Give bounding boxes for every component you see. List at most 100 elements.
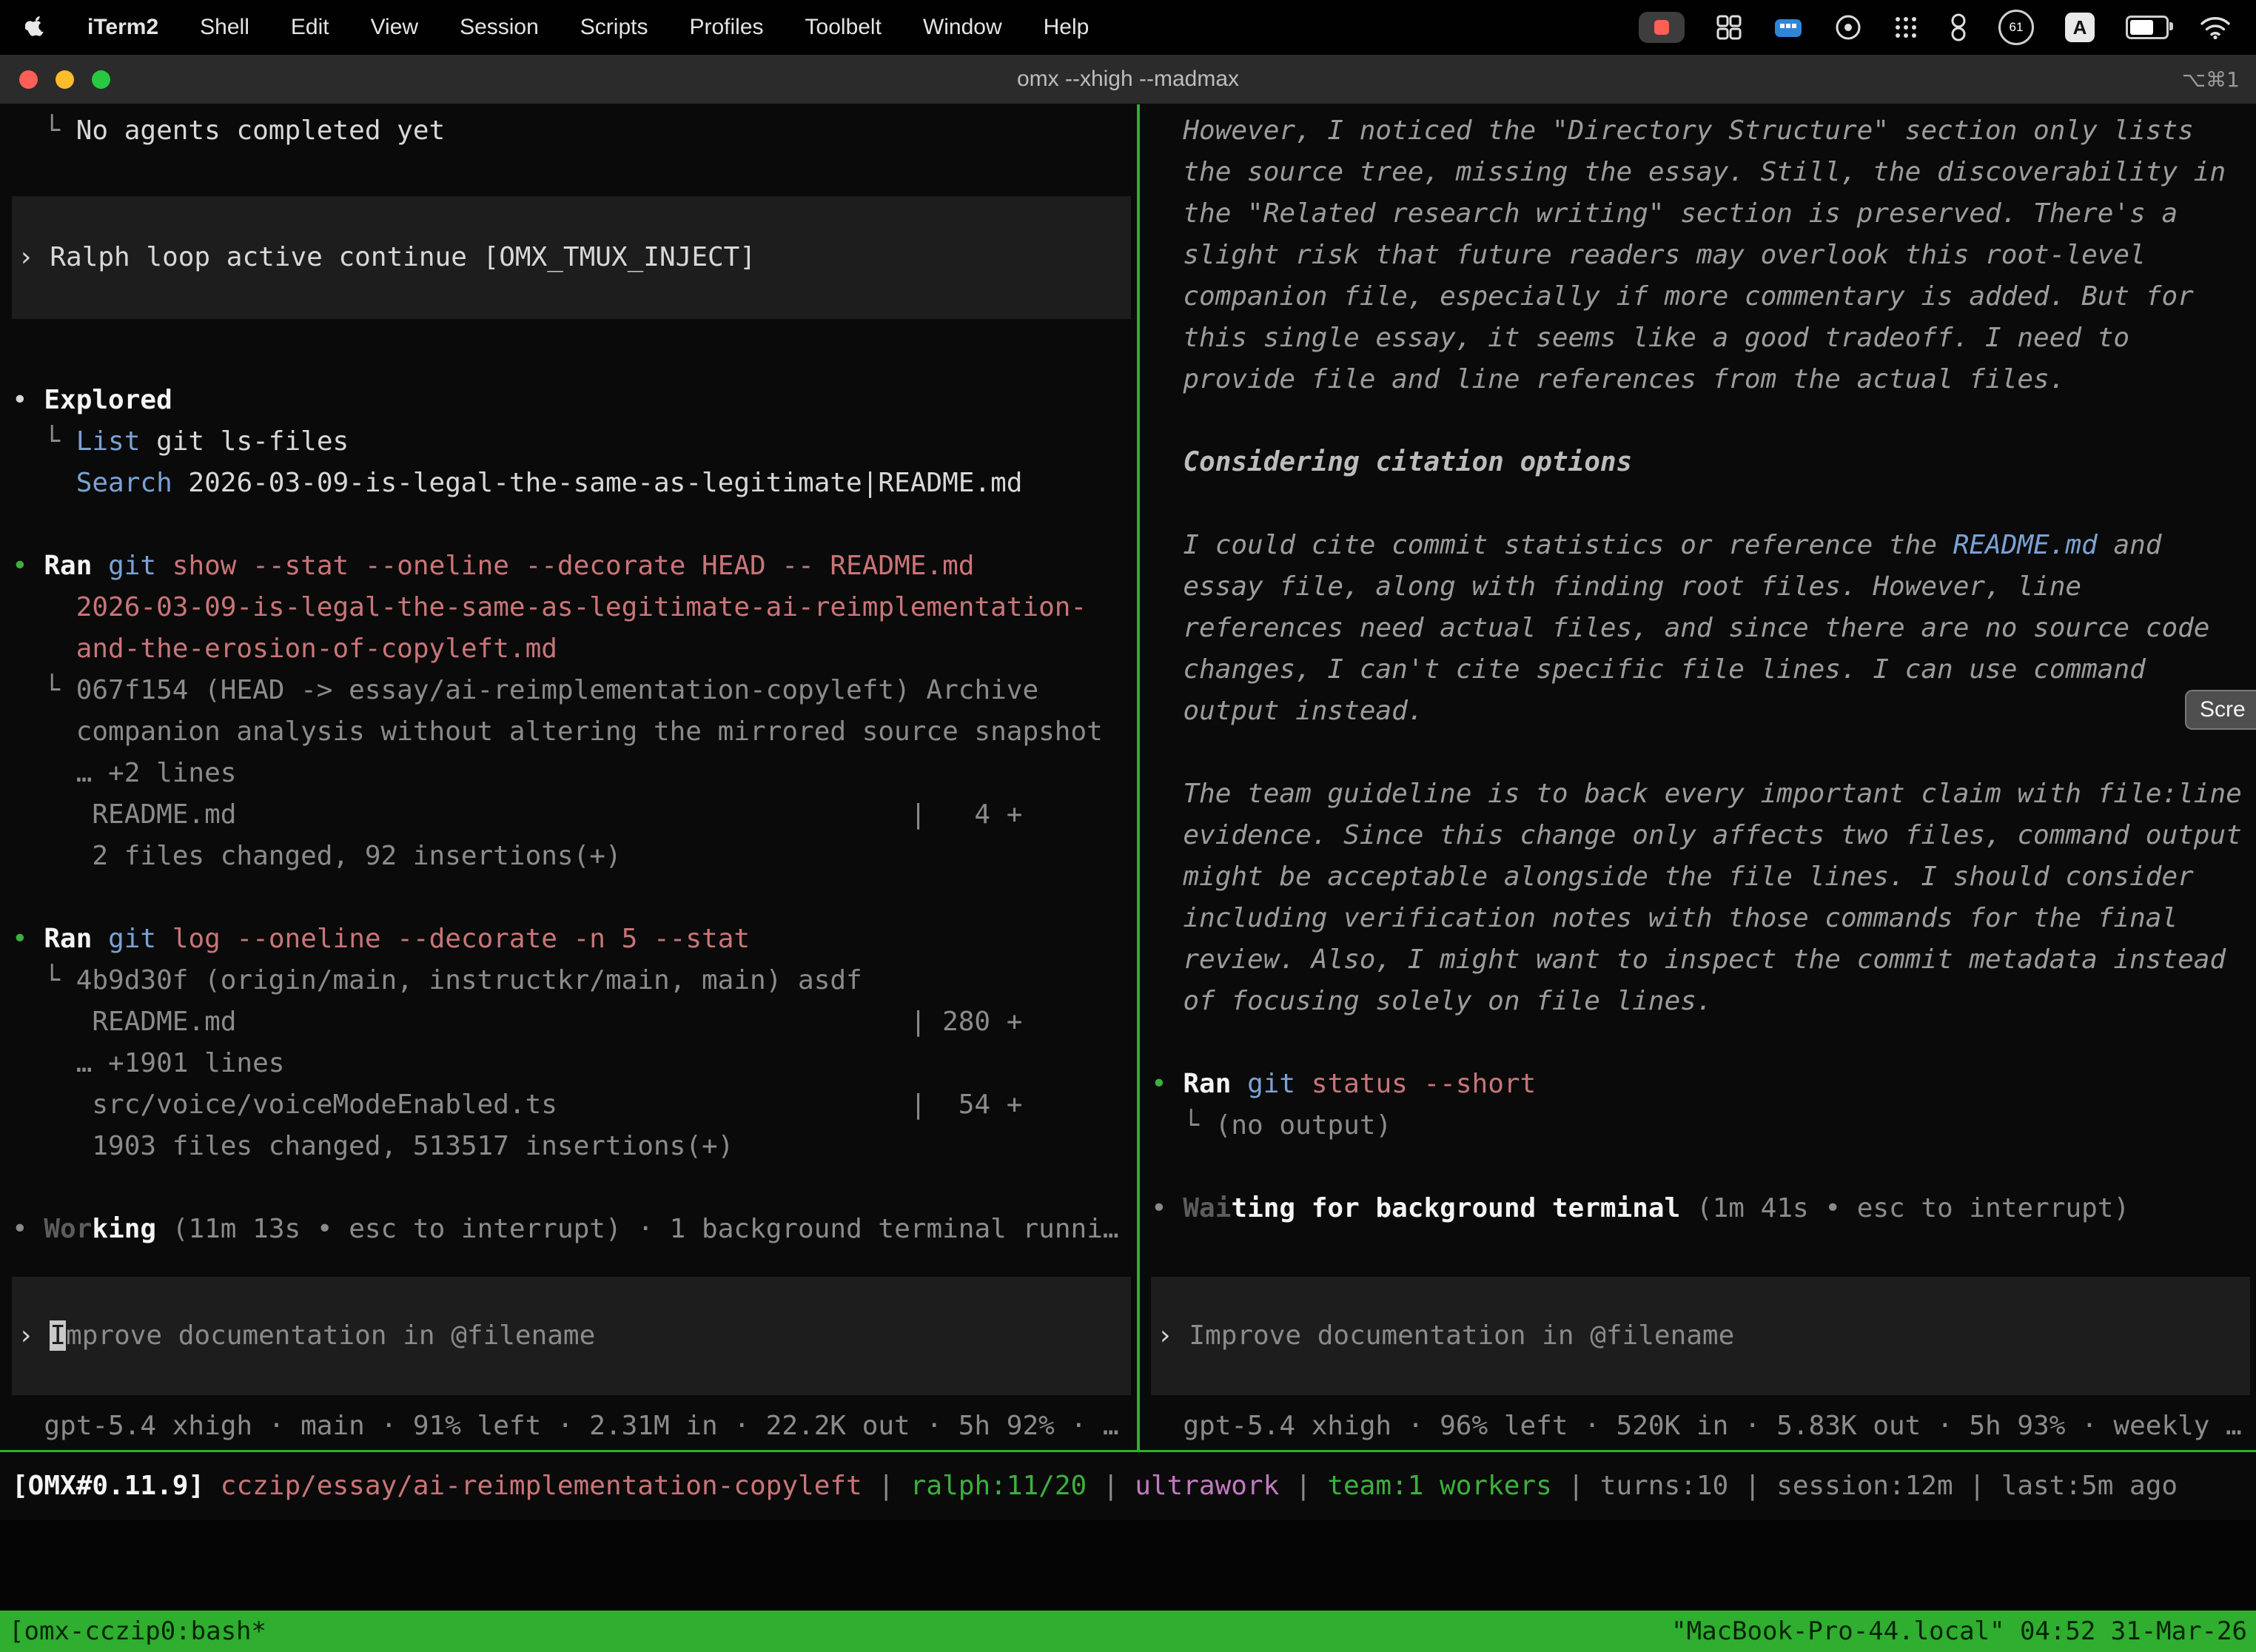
terminal-line: references need actual files, and since … (1151, 608, 2250, 649)
screen-recording-indicator-icon[interactable] (1639, 12, 1685, 43)
text-segment: gpt-5.4 xhigh · main · 91% left · 2.31M … (12, 1411, 1119, 1441)
window-titlebar[interactable]: omx --xhigh --madmax ⌥⌘1 (0, 55, 2256, 104)
docker-icon[interactable] (1773, 11, 1803, 44)
text-segment: • (12, 1214, 44, 1244)
text-segment: slight risk that future readers may over… (1151, 240, 2146, 270)
text-segment: └ (12, 965, 76, 995)
left-terminal-pane[interactable]: └ No agents completed yet› Ralph loop ac… (0, 104, 1137, 1450)
terminal-line: Search 2026-03-09-is-legal-the-same-as-l… (12, 463, 1131, 504)
text-segment: • (12, 551, 44, 581)
text-segment: mprove documentation in @filename (66, 1320, 595, 1351)
window-grid-icon[interactable] (1716, 11, 1742, 44)
traffic-lights (0, 70, 110, 89)
text-segment: companion analysis without altering the … (12, 716, 1103, 747)
terminal-line: might be acceptable alongside the file l… (1151, 856, 2250, 898)
figure-eight-icon[interactable] (1950, 11, 1967, 44)
menu-profiles[interactable]: Profiles (689, 15, 763, 40)
text-segment: README.md | 4 + (12, 799, 1022, 830)
menubar-menus: iTerm2 Shell Edit View Session Scripts Profile… (25, 15, 1089, 40)
terminal-line: companion analysis without altering the … (12, 711, 1131, 753)
text-segment: README.md | 280 + (12, 1007, 1022, 1037)
terminal-line (12, 338, 1131, 380)
terminal-line (1151, 732, 2250, 773)
text-segment: of focusing solely on file lines. (1151, 986, 1713, 1016)
menu-edit[interactable]: Edit (291, 15, 329, 40)
menu-window[interactable]: Window (923, 15, 1002, 40)
tmux-panes: └ No agents completed yet› Ralph loop ac… (0, 104, 2256, 1450)
battery-gauge-icon[interactable]: 61 (1998, 10, 2034, 45)
left-session-status: gpt-5.4 xhigh · main · 91% left · 2.31M … (12, 1406, 1131, 1450)
text-segment: essay file, along with finding root file… (1151, 571, 2081, 602)
text-segment: I could cite commit statistics or refere… (1151, 530, 1953, 560)
menu-iterm2[interactable]: iTerm2 (87, 15, 158, 40)
menu-scripts[interactable]: Scripts (580, 15, 648, 40)
text-segment: Ran (1183, 1069, 1231, 1099)
right-terminal-pane[interactable]: However, I noticed the "Directory Struct… (1140, 104, 2256, 1450)
text-segment: 067f154 (HEAD -> essay/ai-reimplementati… (76, 675, 1038, 705)
battery-icon[interactable] (2126, 11, 2169, 44)
terminal-line (12, 504, 1131, 545)
zoom-window-button[interactable] (92, 70, 110, 89)
apps-grid-icon[interactable] (1893, 11, 1918, 44)
text-segment: | (862, 1471, 910, 1501)
omx-status-line: [OMX#0.11.9] cczip/essay/ai-reimplementa… (12, 1452, 2178, 1520)
text-segment: src/voice/voiceModeEnabled.ts | 54 + (12, 1089, 1022, 1120)
input-source-icon[interactable]: A (2065, 13, 2095, 42)
terminal-line: • Waiting for background terminal (1m 41… (1151, 1188, 2250, 1229)
text-segment: log --oneline --decorate -n 5 --stat (156, 924, 750, 954)
menu-toolbelt[interactable]: Toolbelt (805, 15, 882, 40)
terminal-line: changes, I can't cite specific file line… (1151, 649, 2250, 691)
left-prompt-input[interactable]: › Improve documentation in @filename (12, 1277, 1131, 1395)
terminal-line: including verification notes with those … (1151, 898, 2250, 939)
text-segment: README.md (1953, 530, 2098, 560)
battery-percent-value: 61 (2010, 20, 2024, 35)
terminal-line: … +1901 lines (12, 1043, 1131, 1084)
terminal-line: README.md | 280 + (12, 1001, 1131, 1043)
terminal-line: • Working (11m 13s • esc to interrupt) ·… (12, 1209, 1131, 1250)
menu-session[interactable]: Session (460, 15, 539, 40)
text-segment (1231, 1069, 1247, 1099)
terminal-line: provide file and line references from th… (1151, 359, 2250, 400)
chatgpt-icon[interactable] (1834, 11, 1862, 44)
text-segment: › (18, 242, 50, 272)
text-segment: … +2 lines (12, 758, 236, 788)
last-activity: last:5m ago (2001, 1471, 2178, 1501)
terminal-line: slight risk that future readers may over… (1151, 235, 2250, 276)
text-segment: including verification notes with those … (1151, 903, 2178, 933)
text-segment: The team guideline is to back every impo… (1151, 779, 2242, 809)
terminal-line (12, 1167, 1131, 1209)
menu-help[interactable]: Help (1044, 15, 1090, 40)
terminal-line: … +2 lines (12, 753, 1131, 794)
terminal-line: • Ran git status --short (1151, 1064, 2250, 1105)
text-segment: show --stat --oneline --decorate HEAD --… (156, 551, 974, 581)
right-prompt-input[interactable]: › Improve documentation in @filename (1151, 1277, 2250, 1395)
text-segment (92, 924, 108, 954)
text-segment: | (1279, 1471, 1327, 1501)
terminal-line: └ 067f154 (HEAD -> essay/ai-reimplementa… (12, 670, 1131, 711)
text-segment: └ (1151, 1110, 1215, 1141)
menu-shell[interactable]: Shell (200, 15, 249, 40)
text-segment (156, 1214, 172, 1244)
terminal-line: of focusing solely on file lines. (1151, 981, 2250, 1022)
close-window-button[interactable] (19, 70, 38, 89)
window-shortcut-badge: ⌥⌘1 (2182, 67, 2256, 92)
tmux-session-label: [omx-cczip0:bash* (9, 1616, 266, 1646)
text-segment: • (12, 385, 44, 415)
text-segment: 2026-03-09-is-legal-the-same-as-legitima… (172, 468, 1023, 498)
terminal-line: Considering citation options (1151, 442, 2250, 483)
terminal-line: └ List git ls-files (12, 421, 1131, 463)
session-duration: session:12m (1776, 1471, 1953, 1501)
terminal-line: and-the-erosion-of-copyleft.md (12, 628, 1131, 670)
screen-share-tooltip[interactable]: Scre (2185, 690, 2256, 730)
text-segment: this single essay, it seems like a good … (1151, 323, 2129, 353)
team-counter: team:1 workers (1327, 1471, 1551, 1501)
wifi-icon[interactable] (2200, 11, 2231, 44)
minimize-window-button[interactable] (56, 70, 74, 89)
text-segment: Considering citation options (1151, 447, 1632, 477)
text-segment: └ (12, 115, 76, 146)
terminal-line (12, 877, 1131, 919)
macos-menubar: iTerm2 Shell Edit View Session Scripts Profile… (0, 0, 2256, 55)
menu-view[interactable]: View (371, 15, 418, 40)
apple-icon[interactable] (25, 15, 46, 40)
tmux-host-clock: "MacBook-Pro-44.local" 04:52 31-Mar-26 (1671, 1616, 2247, 1646)
